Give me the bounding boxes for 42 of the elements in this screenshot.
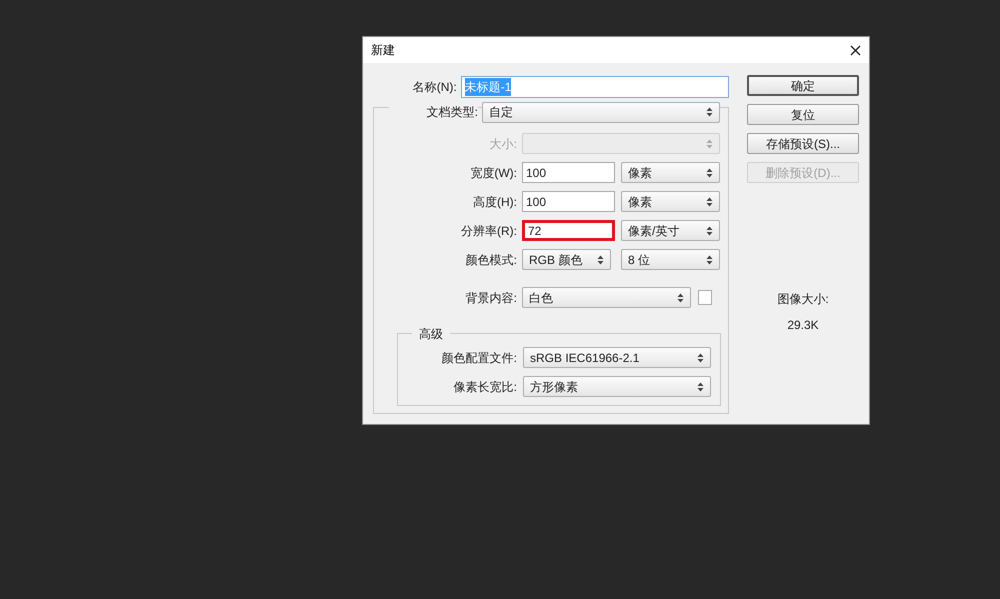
updown-arrows-icon [706,168,713,178]
number-input[interactable]: 100 [522,191,615,212]
dialog-button[interactable]: 确定 [747,75,859,96]
field-label: 宽度(W): [469,164,517,182]
dropdown[interactable]: 方形像素 [523,376,711,397]
dropdown[interactable]: 像素/英寸 [621,220,720,241]
close-icon[interactable] [850,44,861,56]
updown-arrows-icon [706,196,713,206]
image-size-label: 图像大小: [776,291,830,308]
image-size-value: 29.3K [786,317,820,334]
dropdown[interactable]: RGB 颜色 [522,249,611,270]
dialog-button[interactable]: 复位 [747,104,859,125]
dropdown[interactable]: 8 位 [621,249,720,270]
name-value: 未标题-1 [464,78,512,96]
updown-arrows-icon [706,138,713,148]
updown-arrows-icon [706,254,713,264]
dropdown[interactable]: 像素 [621,162,720,183]
dropdown[interactable]: 白色 [522,287,691,308]
field-label: 颜色模式: [464,252,517,268]
number-input[interactable]: 72 [522,220,615,241]
updown-arrows-icon [597,254,604,264]
field-label: 高度(H): [472,194,517,210]
updown-arrows-icon [697,382,704,392]
number-input[interactable]: 100 [522,162,615,183]
dropdown[interactable] [522,133,720,154]
field-label: 文档类型: [389,103,478,121]
updown-arrows-icon [706,107,713,117]
updown-arrows-icon [677,292,684,302]
dropdown[interactable]: 自定 [482,102,720,122]
updown-arrows-icon [697,352,704,362]
field-label: 名称(N): [412,79,457,96]
window-title: 新建 [371,42,395,59]
color-swatch[interactable] [698,290,712,305]
field-label: 分辨率(R): [460,222,517,240]
dropdown[interactable]: sRGB IEC61966-2.1 [523,347,711,368]
field-label: 颜色配置文件: [440,350,517,366]
updown-arrows-icon [706,226,713,236]
dropdown[interactable]: 像素 [621,191,720,212]
dialog-button[interactable]: 存储预设(S)... [747,133,859,154]
field-label: 背景内容: [464,290,517,306]
field-label: 像素长宽比: [452,378,517,396]
field-label: 大小: [488,136,517,152]
